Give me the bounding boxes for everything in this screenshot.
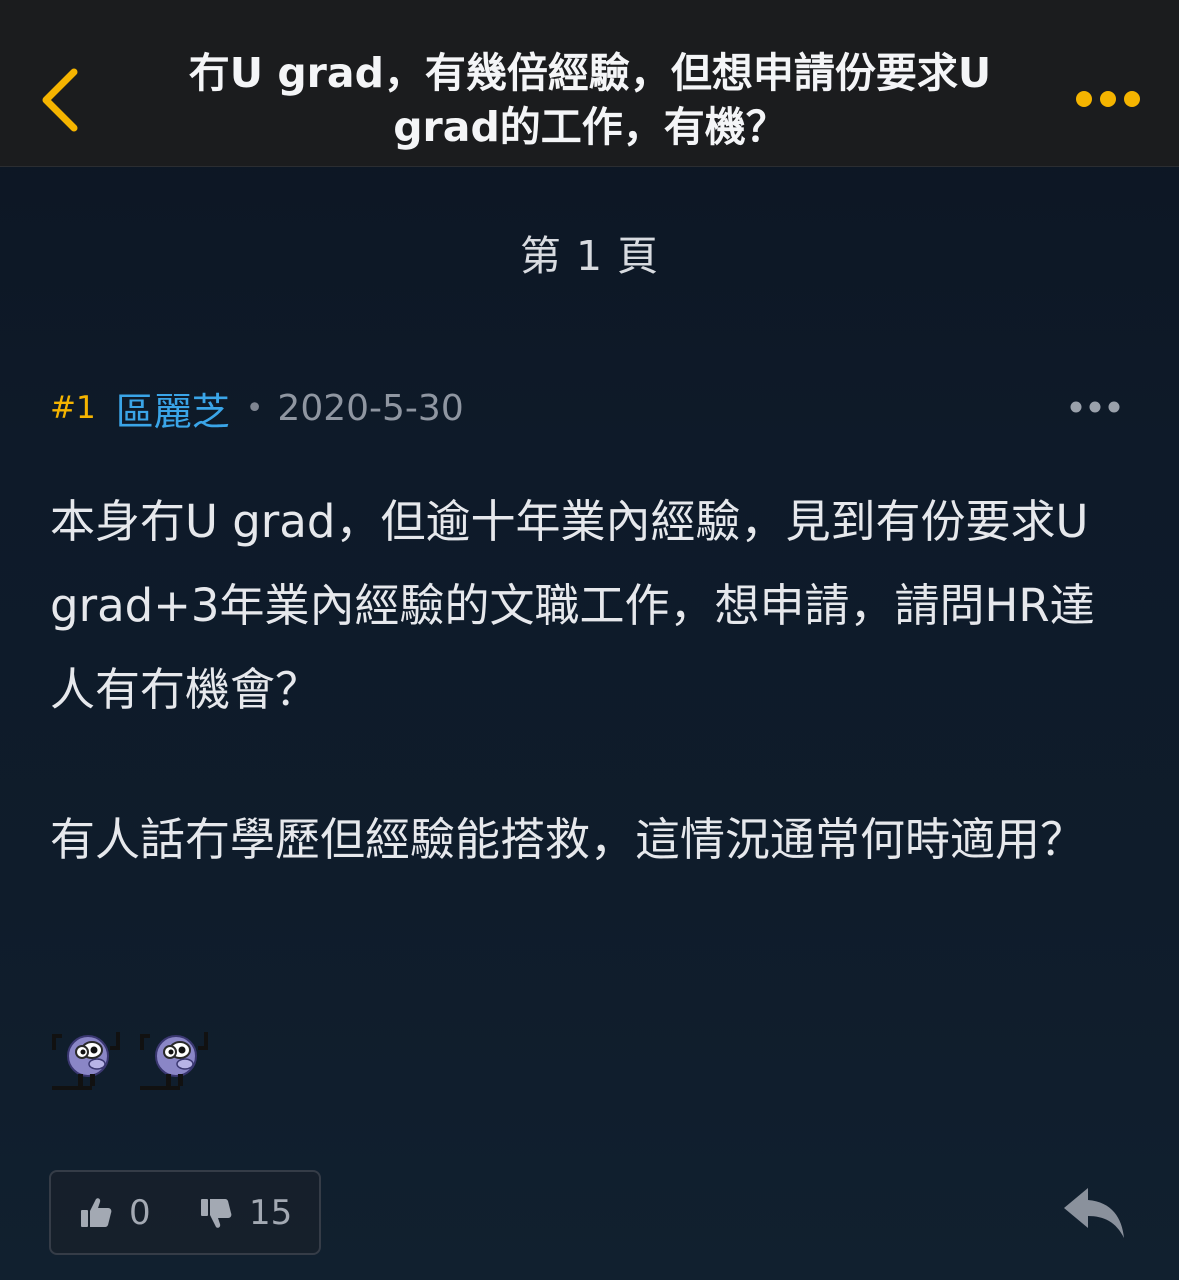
thumbs-down-icon	[201, 1198, 232, 1228]
page-indicator: 第 1 頁	[519, 232, 660, 280]
downvote-count: 15	[249, 1192, 293, 1233]
pig-sticker-icon	[140, 1032, 208, 1090]
thumbs-up-icon	[81, 1197, 112, 1227]
vote-box: 0 15	[49, 1170, 321, 1255]
top-navigation-bar: 冇U grad，有幾倍經驗，但想申請份要求U grad的工作，有機？	[0, 0, 1179, 167]
reply-icon[interactable]	[1062, 1184, 1128, 1240]
author-name[interactable]: 區麗芝	[116, 381, 230, 436]
meta-separator: •	[245, 390, 264, 426]
more-dots-icon[interactable]	[1070, 84, 1150, 114]
thread-title: 冇U grad，有幾倍經驗，但想申請份要求U grad的工作，有機？	[188, 49, 992, 151]
post-paragraph: 有人話冇學歷但經驗能搭救，這情況通常何時適用？	[50, 813, 1086, 866]
chevron-left-icon[interactable]	[36, 64, 88, 136]
upvote-count: 0	[129, 1192, 151, 1233]
post-paragraph: 本身冇U grad，但逾十年業內經驗，見到有份要求U grad+3年業內經驗的文…	[50, 495, 1095, 716]
post-number: #1	[50, 390, 96, 426]
post-header: #1 區麗芝 • 2020-5-30	[50, 380, 464, 436]
pig-sticker-icon	[52, 1032, 120, 1090]
post-date: 2020-5-30	[277, 387, 464, 429]
downvote-button[interactable]: 15	[199, 1172, 292, 1253]
post-more-icon[interactable]	[1066, 394, 1126, 420]
upvote-button[interactable]: 0	[79, 1172, 151, 1253]
